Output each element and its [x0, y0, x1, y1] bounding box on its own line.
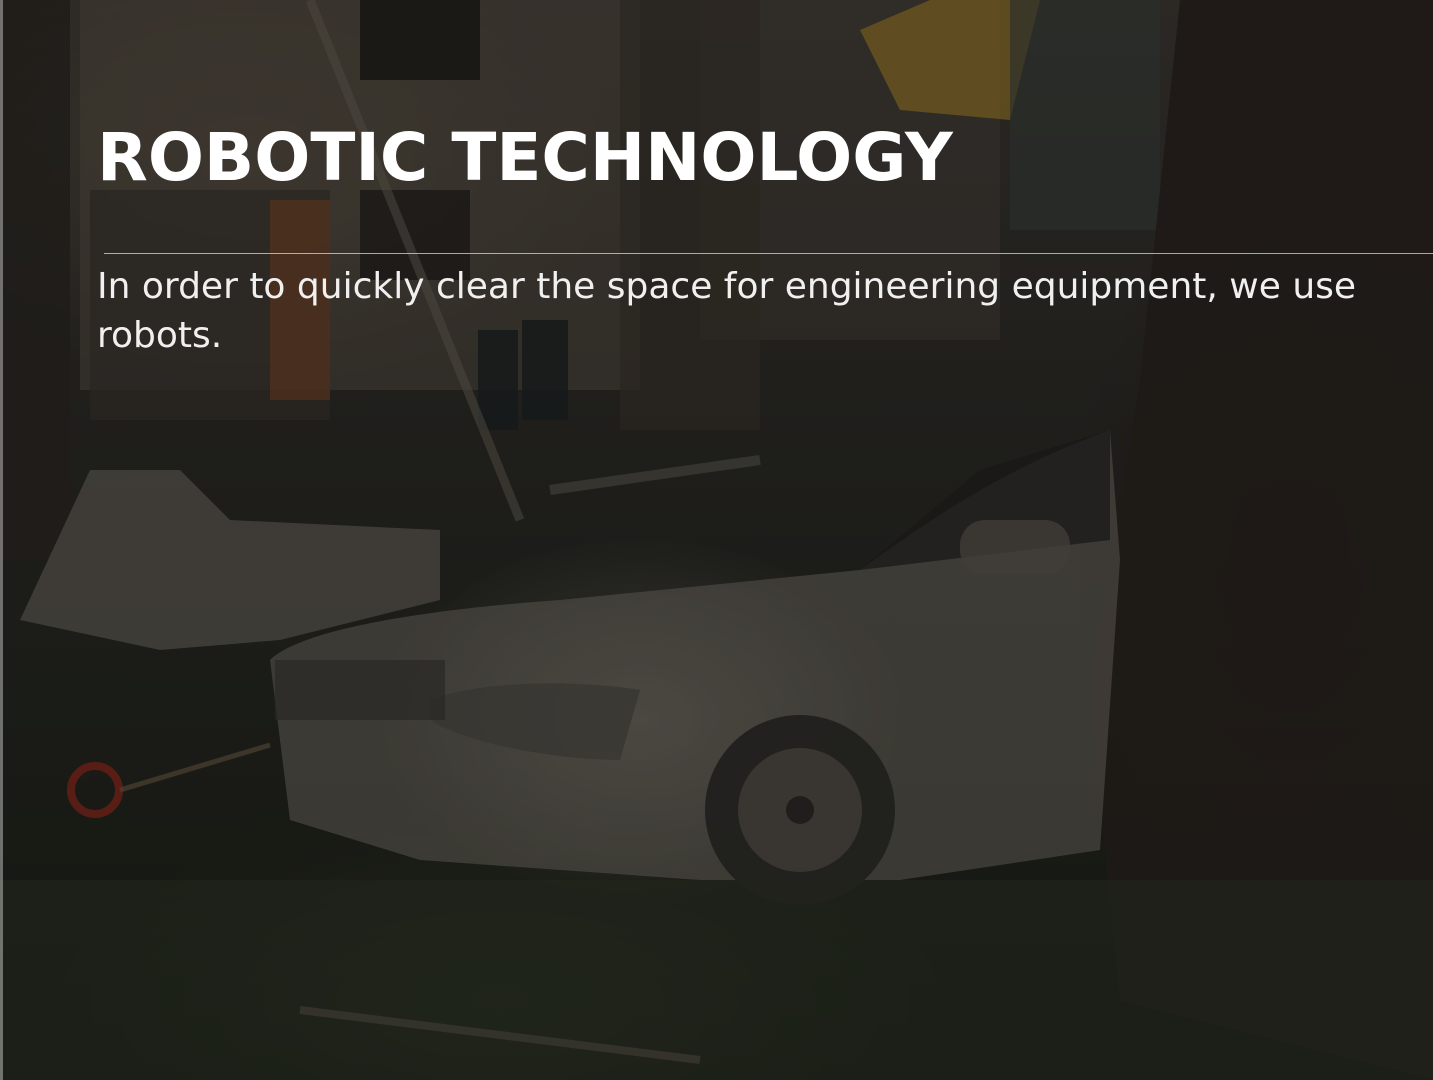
slide-title: ROBOTIC TECHNOLOGY	[97, 119, 953, 196]
slide-body-text: In order to quickly clear the space for …	[97, 266, 1357, 356]
slide-left-edge	[0, 0, 3, 1080]
slide: ROBOTIC TECHNOLOGY In order to quickly c…	[0, 0, 1433, 1080]
title-divider	[104, 253, 1433, 254]
